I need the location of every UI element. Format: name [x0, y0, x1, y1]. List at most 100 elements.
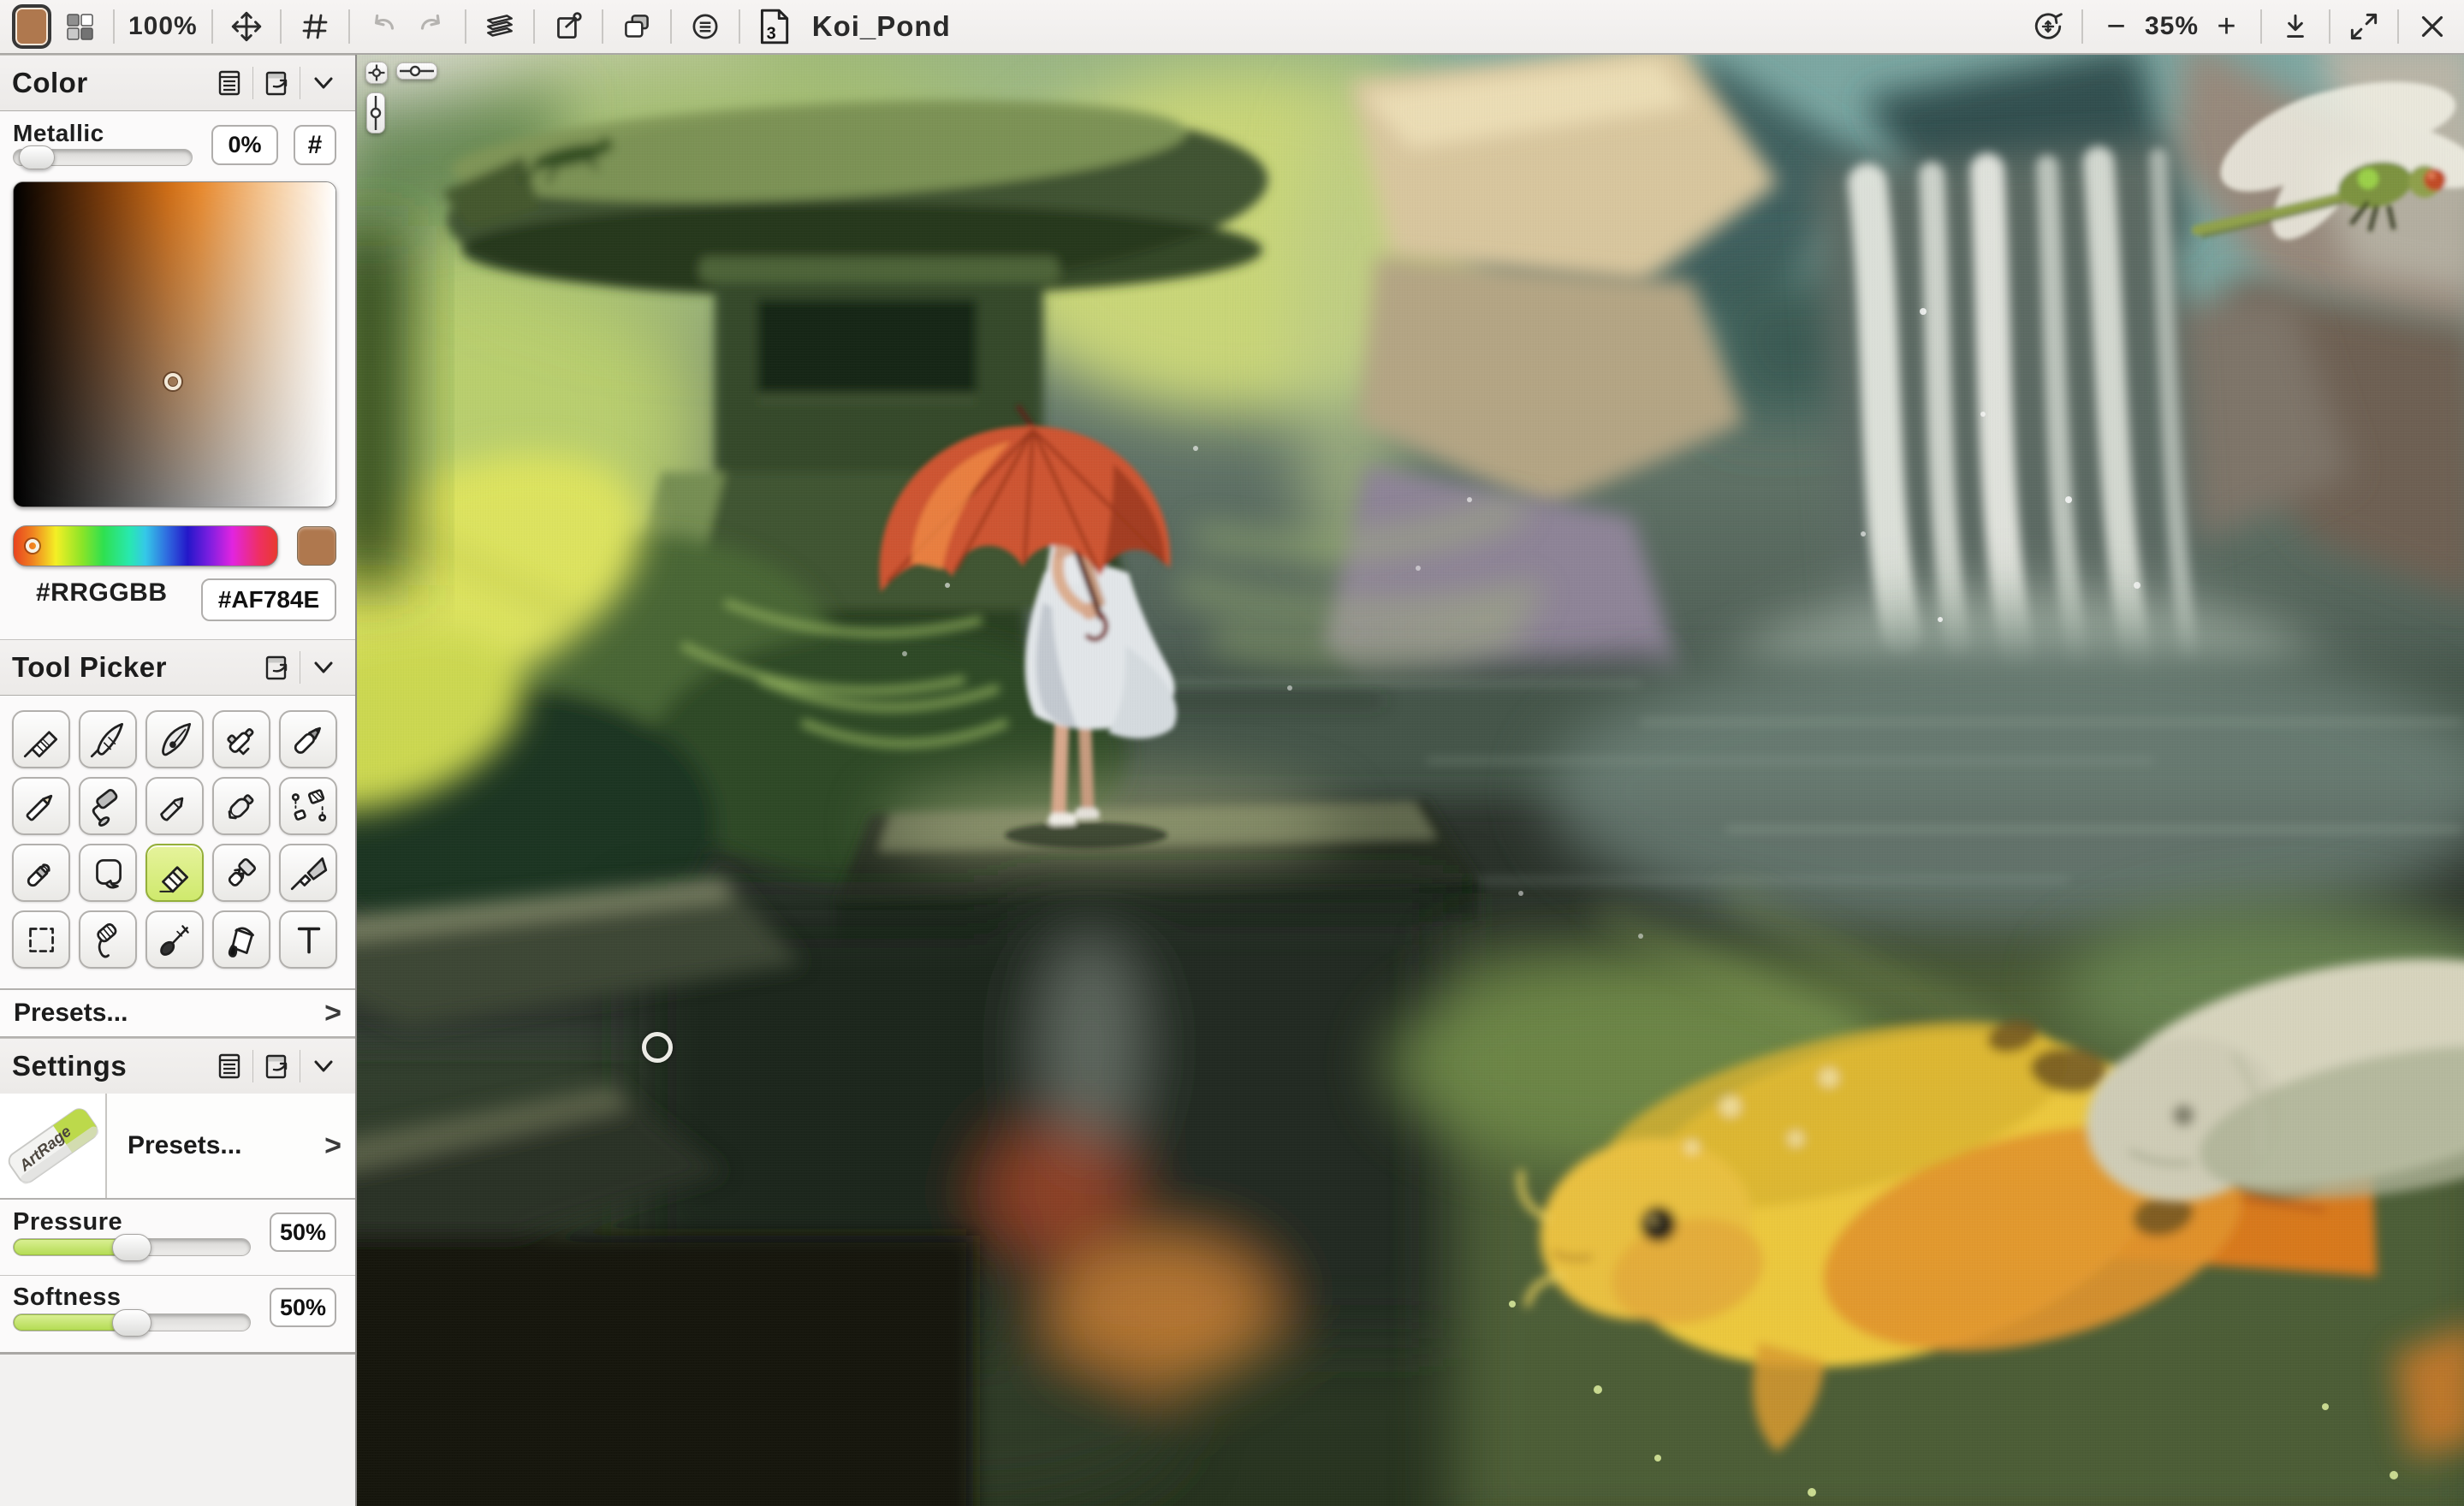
tool-paint-tube[interactable] [212, 777, 270, 835]
tool-sticker[interactable] [79, 844, 137, 902]
canvas[interactable] [357, 55, 2464, 1506]
panel-footer [0, 1352, 355, 1506]
tool-chalk[interactable] [145, 777, 204, 835]
canvas-h-slider[interactable] [396, 62, 437, 80]
panels-grid-icon [62, 9, 97, 44]
crosshair-icon [367, 63, 386, 82]
export-pin-icon [550, 9, 586, 44]
menu-list-icon [213, 67, 246, 99]
eraser-preview-icon: ArtRage [1, 1094, 105, 1197]
reset-view-icon [2029, 8, 2067, 45]
hue-marker[interactable] [26, 539, 39, 553]
tool-picker-popout-button[interactable] [257, 648, 296, 687]
undo-icon [365, 9, 401, 44]
pressure-slider[interactable] [13, 1238, 251, 1256]
metallic-value[interactable]: 0% [211, 125, 278, 165]
panels-toggle-button[interactable] [60, 4, 99, 49]
canvas-zoom-100-button[interactable]: 100% [128, 4, 198, 49]
hex-picker-button[interactable]: # [294, 125, 336, 165]
artrage-app: 100% [0, 0, 2464, 1506]
hex-label: #RRGGBB [36, 578, 168, 608]
metallic-slider-knob[interactable] [19, 145, 55, 169]
popout-icon [260, 67, 293, 99]
grid-hash-icon [298, 9, 332, 44]
tool-felt-pen[interactable] [279, 710, 337, 768]
current-color-swatch[interactable] [297, 526, 336, 566]
brush-cursor [642, 1032, 673, 1063]
softness-value[interactable]: 50% [270, 1288, 336, 1327]
hex-value-input[interactable]: #AF784E [201, 578, 336, 621]
tool-paint-roller[interactable] [79, 777, 137, 835]
fullscreen-button[interactable] [2344, 4, 2384, 49]
pan-tool-button[interactable] [227, 4, 266, 49]
tool-airbrush[interactable] [212, 710, 270, 768]
document-page-icon: 3 [756, 7, 792, 46]
tool-sticker-spray[interactable] [279, 777, 337, 835]
save-download-button[interactable] [2276, 4, 2315, 49]
tool-eraser[interactable] [145, 844, 204, 902]
tool-pencil[interactable] [12, 777, 70, 835]
layers-button[interactable] [480, 4, 520, 49]
canvas-v-slider[interactable] [366, 92, 385, 133]
settings-menu-button[interactable] [210, 1046, 249, 1086]
settings-collapse-button[interactable] [304, 1046, 343, 1086]
tool-glitter[interactable] [212, 844, 270, 902]
settings-popout-button[interactable] [257, 1046, 296, 1086]
canvas-positioner-button[interactable] [365, 62, 388, 84]
tool-oil-brush[interactable] [12, 710, 70, 768]
zoom-out-button[interactable]: − [2097, 4, 2136, 49]
tool-presets-row[interactable]: Presets... > [0, 988, 355, 1038]
color-menu-button[interactable] [210, 63, 249, 103]
hue-bar[interactable] [13, 525, 278, 566]
softness-slider-fill [14, 1314, 127, 1331]
color-popout-button[interactable] [257, 63, 296, 103]
color-collapse-button[interactable] [304, 63, 343, 103]
tool-eyedropper[interactable] [145, 910, 204, 969]
pressure-slider-fill [14, 1239, 127, 1255]
menu-list-icon [213, 1050, 246, 1082]
current-color-button[interactable] [12, 4, 51, 49]
tool-text[interactable] [279, 910, 337, 969]
close-icon [2414, 9, 2450, 44]
settings-presets-row[interactable]: Presets... > [107, 1094, 355, 1198]
references-button[interactable] [686, 4, 725, 49]
chevron-right-icon: > [324, 1130, 341, 1163]
tool-watercolor[interactable] [79, 710, 137, 768]
chevron-down-icon [310, 1052, 337, 1080]
color-picker-marker[interactable] [164, 373, 181, 390]
tool-picker-title: Tool Picker [12, 651, 167, 684]
views-button[interactable] [617, 4, 656, 49]
tool-presets-label: Presets... [14, 999, 128, 1028]
tool-crayon[interactable] [12, 844, 70, 902]
tool-fill-bucket[interactable] [212, 910, 270, 969]
tool-picker-collapse-button[interactable] [304, 648, 343, 687]
color-panel-title: Color [12, 67, 88, 99]
layers-icon [482, 9, 518, 44]
reset-view-button[interactable] [2028, 4, 2068, 49]
softness-label: Softness [13, 1284, 121, 1312]
settings-title: Settings [12, 1050, 127, 1082]
softness-slider[interactable] [13, 1313, 251, 1331]
tool-palette-knife[interactable] [279, 844, 337, 902]
h-slider-icon [398, 64, 436, 78]
tool-preview[interactable]: ArtRage [0, 1094, 107, 1198]
color-picker-square[interactable] [13, 181, 336, 507]
pressure-label: Pressure [13, 1208, 122, 1236]
document-pages-button[interactable]: 3 [754, 4, 793, 49]
popout-icon [260, 651, 293, 684]
tool-transform[interactable] [79, 910, 137, 969]
windows-icon [619, 9, 655, 44]
pressure-value[interactable]: 50% [270, 1213, 336, 1252]
tool-selection[interactable] [12, 910, 70, 969]
pressure-slider-knob[interactable] [112, 1234, 151, 1261]
softness-slider-knob[interactable] [112, 1309, 151, 1337]
koi-pond-painting [357, 55, 2464, 1506]
redo-button[interactable] [412, 4, 451, 49]
export-button[interactable] [549, 4, 588, 49]
grid-toggle-button[interactable] [295, 4, 335, 49]
tool-ink-pen[interactable] [145, 710, 204, 768]
undo-button[interactable] [364, 4, 403, 49]
metallic-slider[interactable] [13, 149, 193, 166]
close-button[interactable] [2413, 4, 2452, 49]
zoom-in-button[interactable]: + [2207, 4, 2247, 49]
